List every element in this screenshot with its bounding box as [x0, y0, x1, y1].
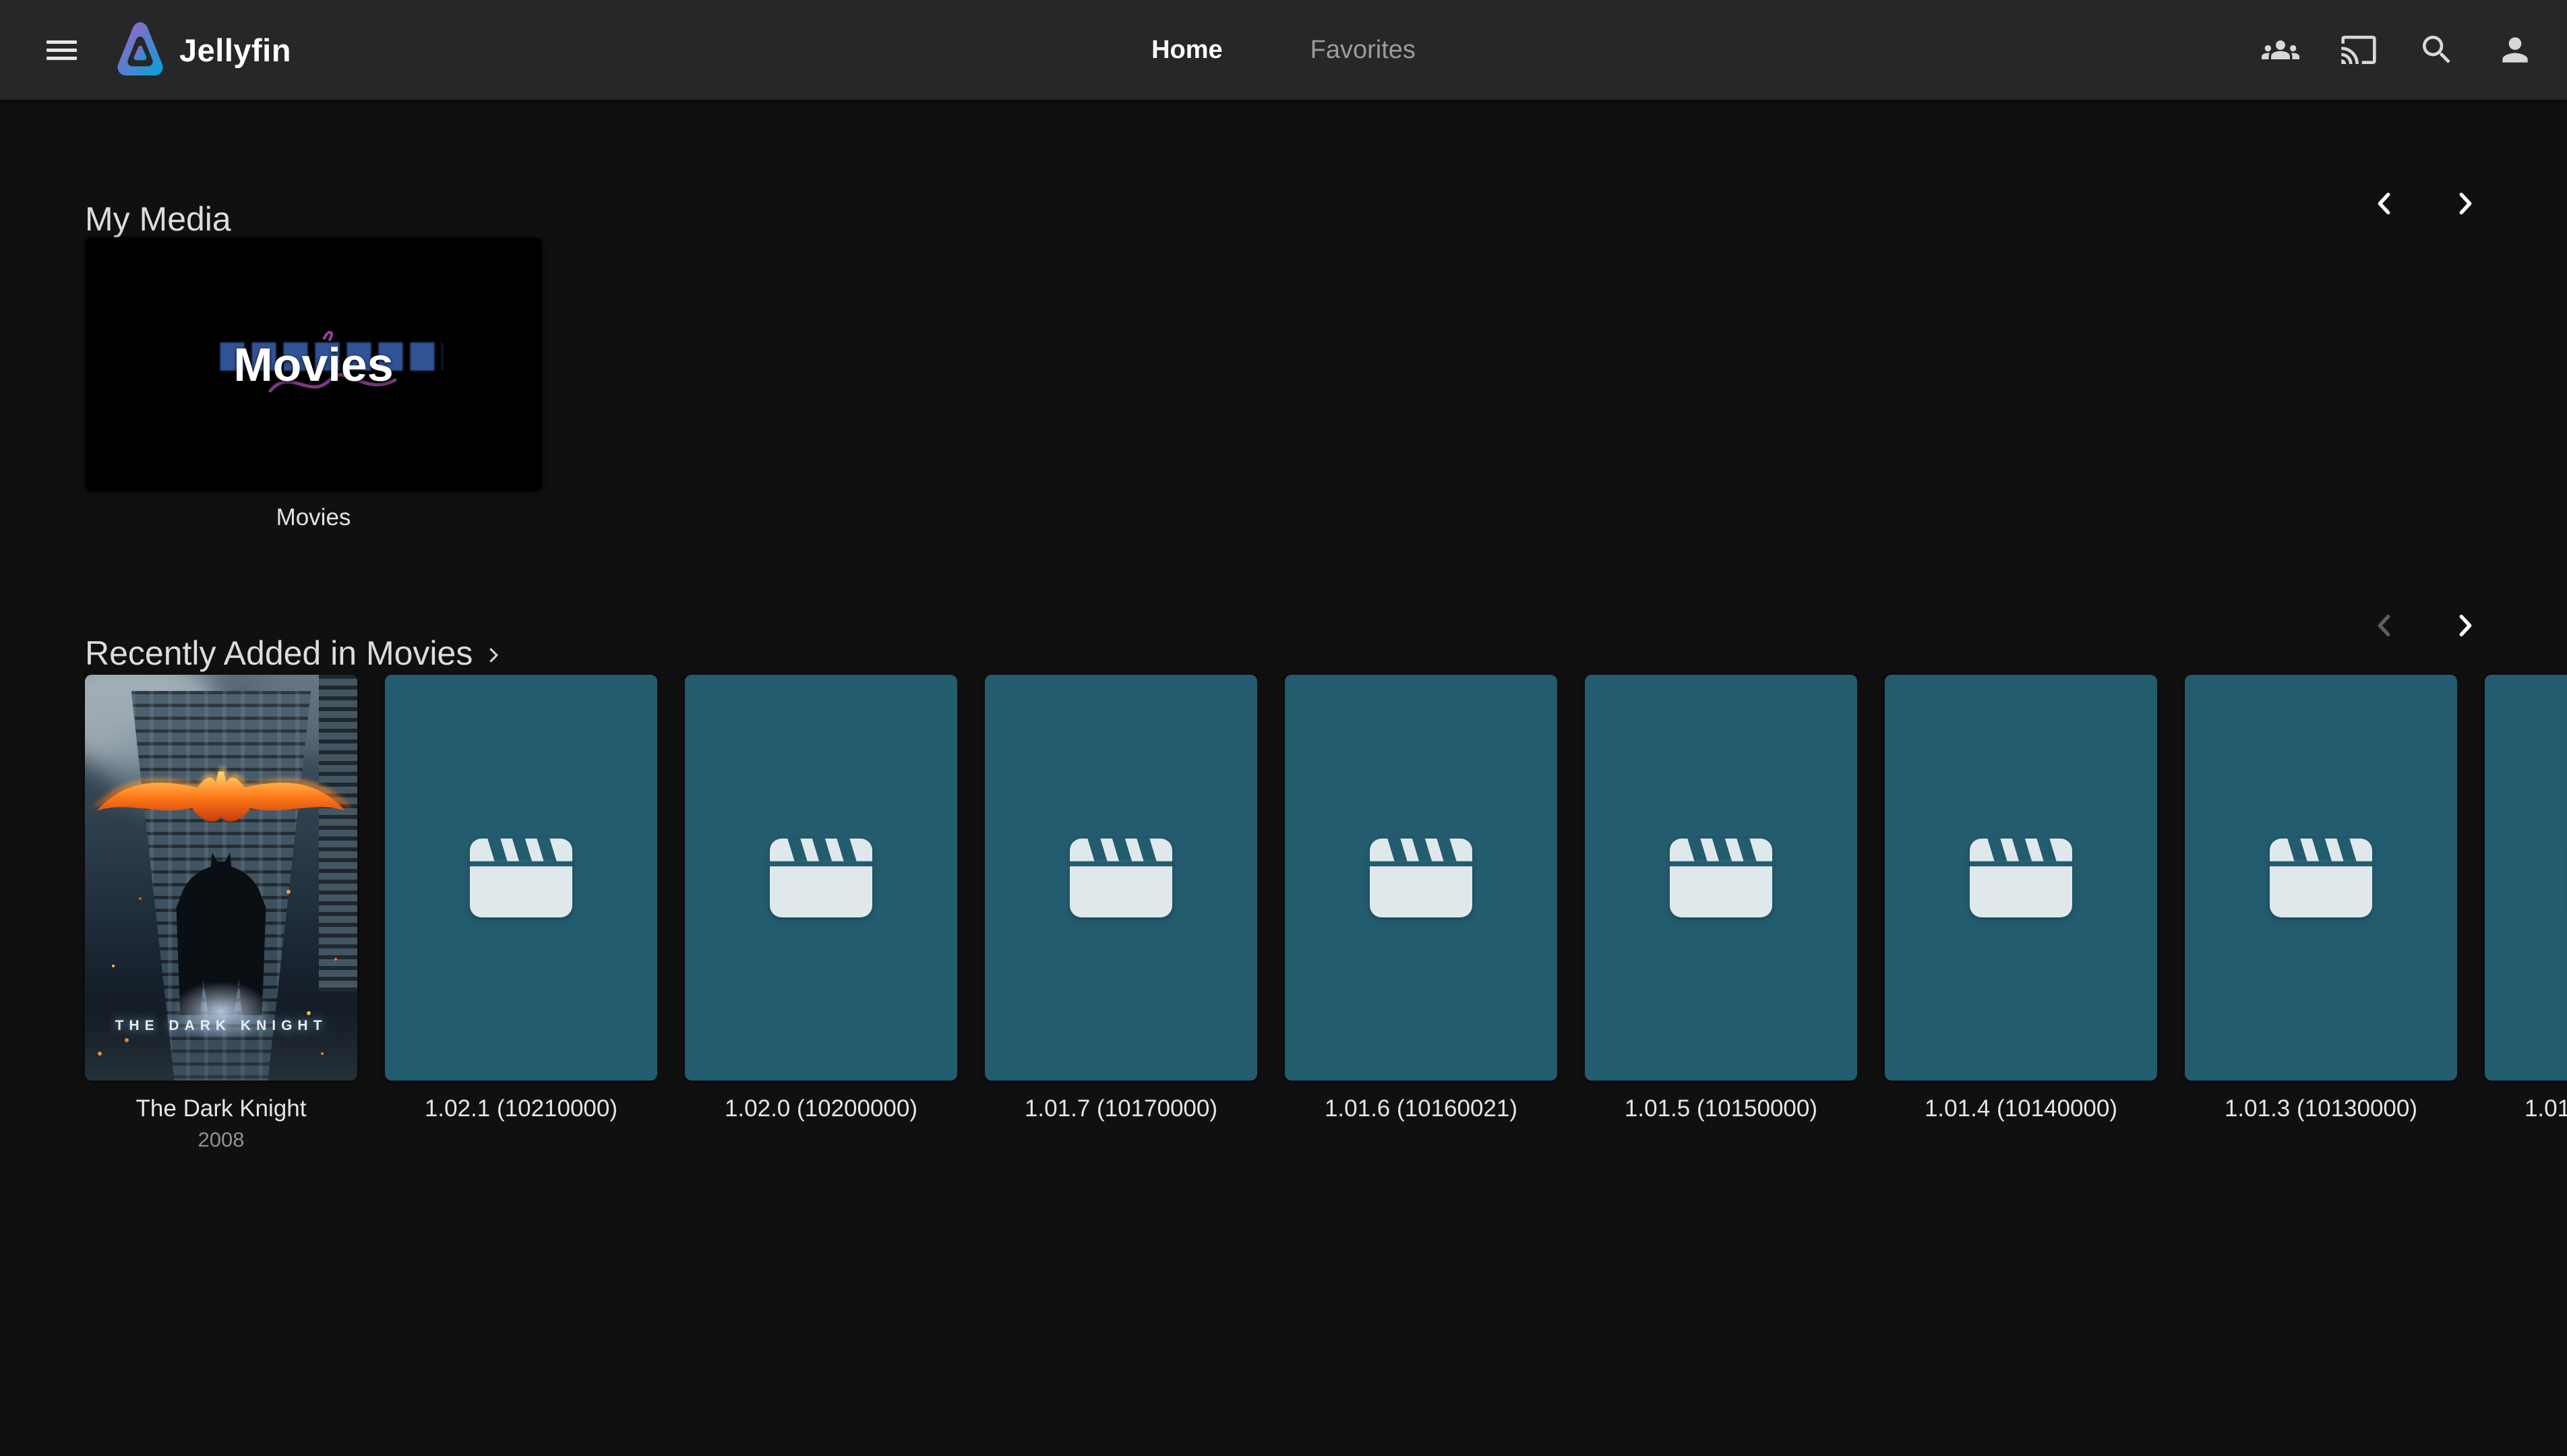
- recently-added-row: THE DARK KNIGHT The Dark Knight 2008 1.0…: [85, 675, 2567, 1152]
- clapperboard-icon: [1070, 839, 1172, 917]
- poster-embers: [85, 675, 88, 677]
- jellyfin-logo: Jellyfin: [115, 18, 291, 82]
- tab-home[interactable]: Home: [1147, 29, 1227, 71]
- movie-poster-art: THE DARK KNIGHT: [85, 675, 357, 1081]
- clapperboard-icon: [1670, 839, 1772, 917]
- main-nav-tabs: Home Favorites: [1147, 29, 1420, 71]
- movie-placeholder-art: [1585, 675, 1857, 1081]
- section-title-my-media: My Media: [85, 200, 231, 239]
- movie-placeholder-art: [1285, 675, 1557, 1081]
- movie-placeholder-art: [2185, 675, 2457, 1081]
- hamburger-menu-icon[interactable]: [38, 26, 85, 73]
- tab-favorites[interactable]: Favorites: [1306, 29, 1420, 71]
- section-title-recently-added[interactable]: Recently Added in Movies: [85, 634, 504, 673]
- scroll-left-icon[interactable]: [2369, 609, 2401, 642]
- poster-fog: [85, 1008, 357, 1081]
- media-card-title[interactable]: 1.02.0 (10200000): [725, 1095, 917, 1122]
- jellyfin-triangle-icon: [115, 18, 166, 82]
- media-card-the-dark-knight[interactable]: THE DARK KNIGHT The Dark Knight 2008: [85, 675, 357, 1152]
- library-card-movies[interactable]: Movies: [85, 237, 542, 491]
- movie-placeholder-art: [1885, 675, 2157, 1081]
- media-card[interactable]: 1.01.6 (10160021): [1285, 675, 1557, 1152]
- recently-added-scroller: [2369, 609, 2481, 642]
- media-card-title[interactable]: 1.01.2 (10120000): [2525, 1095, 2567, 1122]
- movie-placeholder-art: [685, 675, 957, 1081]
- media-card[interactable]: 1.02.1 (10210000): [385, 675, 657, 1152]
- media-card[interactable]: 1.01.7 (10170000): [985, 675, 1257, 1152]
- brand-name: Jellyfin: [179, 32, 291, 69]
- media-card[interactable]: 1.01.3 (10130000): [2185, 675, 2457, 1152]
- media-card[interactable]: 1.01.4 (10140000): [1885, 675, 2157, 1152]
- media-card-title[interactable]: 1.01.6 (10160021): [1325, 1095, 1517, 1122]
- movie-placeholder-art: [985, 675, 1257, 1081]
- movies-art-title: Movies: [233, 338, 393, 392]
- media-card-title[interactable]: 1.01.7 (10170000): [1025, 1095, 1217, 1122]
- clapperboard-icon: [2270, 839, 2372, 917]
- media-card-year: 2008: [198, 1128, 245, 1152]
- top-navbar: Jellyfin Home Favorites: [0, 0, 2567, 100]
- movies-library-art: Movies: [85, 237, 542, 491]
- media-card[interactable]: 1.02.0 (10200000): [685, 675, 957, 1152]
- movie-placeholder-art: [2485, 675, 2567, 1081]
- cast-icon[interactable]: [2338, 29, 2380, 71]
- search-icon[interactable]: [2416, 29, 2458, 71]
- syncplay-groups-icon[interactable]: [2260, 29, 2301, 71]
- scroll-right-icon[interactable]: [2448, 187, 2481, 220]
- user-icon[interactable]: [2494, 29, 2536, 71]
- navbar-actions: [2260, 29, 2536, 71]
- scroll-right-icon[interactable]: [2448, 609, 2481, 642]
- clapperboard-icon: [770, 839, 872, 917]
- section-link-chevron-icon: [483, 645, 504, 665]
- clapperboard-icon: [1970, 839, 2072, 917]
- library-label-movies[interactable]: Movies: [85, 504, 542, 531]
- media-card-title[interactable]: 1.01.4 (10140000): [1925, 1095, 2117, 1122]
- media-card-title[interactable]: The Dark Knight: [136, 1095, 307, 1122]
- media-card-title[interactable]: 1.02.1 (10210000): [425, 1095, 617, 1122]
- media-card[interactable]: 1.01.2 (10120000): [2485, 675, 2567, 1152]
- clapperboard-icon: [470, 839, 572, 917]
- media-card-title[interactable]: 1.01.3 (10130000): [2225, 1095, 2417, 1122]
- movie-placeholder-art: [385, 675, 657, 1081]
- clapperboard-icon: [1370, 839, 1472, 917]
- my-media-scroller: [2369, 187, 2481, 220]
- flaming-bat-symbol: [90, 752, 352, 849]
- scroll-left-icon[interactable]: [2369, 187, 2401, 220]
- media-card-title[interactable]: 1.01.5 (10150000): [1625, 1095, 1817, 1122]
- media-card[interactable]: 1.01.5 (10150000): [1585, 675, 1857, 1152]
